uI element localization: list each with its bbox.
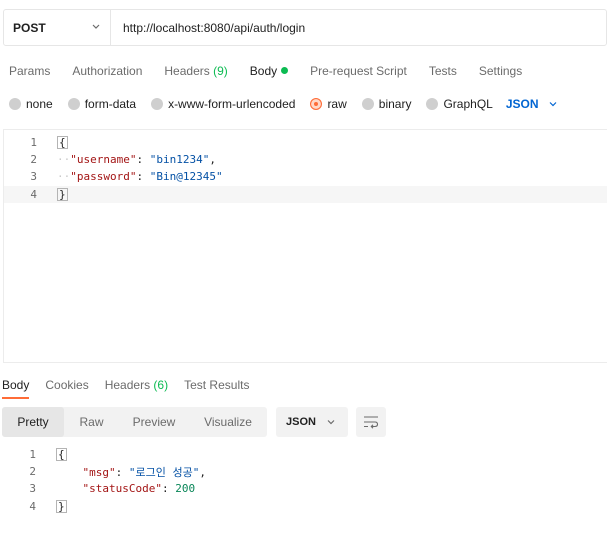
line-number: 2 bbox=[30, 153, 37, 166]
response-line: 4 } bbox=[3, 498, 67, 515]
tab-params[interactable]: Params bbox=[9, 64, 50, 78]
method-select[interactable]: POST bbox=[4, 10, 111, 45]
line-number: 1 bbox=[30, 136, 37, 149]
close-brace: } bbox=[56, 500, 67, 513]
line-number: 1 bbox=[29, 448, 36, 461]
tab-headers-label: Headers bbox=[164, 64, 210, 78]
body-format-label: JSON bbox=[505, 97, 539, 111]
url-bar: POST http://localhost:8080/api/auth/logi… bbox=[3, 9, 607, 46]
radio-raw[interactable]: raw bbox=[310, 97, 347, 111]
close-brace: } bbox=[57, 188, 68, 201]
status-code-key: "statusCode" bbox=[82, 482, 162, 495]
response-tab-headers[interactable]: Headers (6) bbox=[105, 378, 168, 392]
radio-binary-label: binary bbox=[378, 97, 412, 111]
msg-key: "msg" bbox=[82, 465, 116, 479]
radio-raw-label: raw bbox=[327, 97, 347, 111]
chevron-down-icon bbox=[327, 420, 335, 425]
line-number: 4 bbox=[30, 188, 37, 201]
radio-selected-icon bbox=[310, 98, 323, 110]
response-line: 1 { bbox=[3, 446, 67, 463]
password-key: "password" bbox=[70, 170, 137, 183]
radio-none[interactable]: none bbox=[9, 97, 53, 111]
line-number: 2 bbox=[29, 465, 36, 478]
response-tab-test-results[interactable]: Test Results bbox=[184, 378, 249, 392]
editor-line: 3 ··"password": "Bin@12345" bbox=[4, 168, 222, 185]
chevron-down-icon bbox=[549, 102, 556, 107]
radio-circle-icon bbox=[151, 98, 164, 110]
line-number: 3 bbox=[30, 170, 37, 183]
radio-form-data[interactable]: form-data bbox=[67, 97, 137, 111]
radio-x-www-form-urlencoded[interactable]: x-www-form-urlencoded bbox=[151, 97, 295, 111]
open-brace: { bbox=[57, 136, 68, 149]
radio-circle-icon bbox=[361, 98, 374, 110]
radio-none-label: none bbox=[26, 97, 53, 111]
radio-binary[interactable]: binary bbox=[361, 97, 412, 111]
view-raw-button[interactable]: Raw bbox=[64, 407, 119, 437]
request-body-editor[interactable]: 1 { 2 ··"username": "bin1234", 3 ··"pass… bbox=[3, 129, 607, 363]
editor-line: 1 { bbox=[4, 134, 68, 151]
response-format-select[interactable]: JSON bbox=[276, 407, 348, 437]
response-line: 2 "msg": "로그인 성공", bbox=[3, 463, 206, 480]
tab-body[interactable]: Body bbox=[249, 64, 289, 78]
password-value: "Bin@12345" bbox=[149, 170, 223, 183]
request-tabs: Params Authorization Headers (9) Body Pr… bbox=[9, 63, 544, 79]
line-number: 4 bbox=[29, 500, 36, 513]
response-tab-cookies[interactable]: Cookies bbox=[45, 378, 88, 392]
username-key: "username" bbox=[70, 153, 137, 166]
view-mode-group: Pretty Raw Preview Visualize bbox=[2, 407, 267, 437]
response-headers-label: Headers bbox=[104, 378, 151, 392]
url-input[interactable]: http://localhost:8080/api/auth/login bbox=[111, 21, 305, 35]
headers-count: (9) bbox=[213, 64, 228, 78]
tab-pre-request-script[interactable]: Pre-request Script bbox=[310, 64, 407, 78]
radio-circle-icon bbox=[67, 98, 80, 110]
response-headers-count: (6) bbox=[153, 378, 169, 392]
tab-authorization[interactable]: Authorization bbox=[72, 64, 142, 78]
response-tabs: Body Cookies Headers (6) Test Results bbox=[2, 376, 265, 399]
tab-headers[interactable]: Headers (9) bbox=[164, 64, 227, 78]
line-number: 3 bbox=[29, 482, 36, 495]
chevron-down-icon bbox=[92, 24, 100, 29]
wrap-lines-button[interactable] bbox=[356, 407, 386, 437]
response-tab-body[interactable]: Body bbox=[2, 378, 30, 399]
view-pretty-button[interactable]: Pretty bbox=[2, 407, 64, 437]
msg-value: "로그인 성공" bbox=[128, 465, 200, 479]
editor-line: 4 } bbox=[4, 186, 68, 203]
body-format-select[interactable]: JSON bbox=[506, 97, 558, 111]
radio-circle-icon bbox=[9, 98, 21, 110]
radio-form-data-label: form-data bbox=[84, 97, 137, 111]
radio-urlencoded-label: x-www-form-urlencoded bbox=[168, 97, 296, 111]
current-line-highlight bbox=[4, 186, 607, 203]
active-dot-icon bbox=[281, 67, 289, 74]
response-body-viewer[interactable]: 1 { 2 "msg": "로그인 성공", 3 "statusCode": 2… bbox=[3, 446, 607, 518]
view-visualize-button[interactable]: Visualize bbox=[189, 407, 267, 437]
radio-graphql[interactable]: GraphQL bbox=[426, 97, 493, 111]
radio-circle-icon bbox=[426, 98, 439, 110]
body-type-options: none form-data x-www-form-urlencoded raw… bbox=[9, 96, 558, 112]
response-format-label: JSON bbox=[286, 416, 316, 428]
tab-tests[interactable]: Tests bbox=[429, 64, 457, 78]
status-code-value: 200 bbox=[175, 482, 196, 495]
tab-settings[interactable]: Settings bbox=[479, 64, 522, 78]
open-brace: { bbox=[56, 448, 67, 461]
response-line: 3 "statusCode": 200 bbox=[3, 480, 195, 497]
editor-line: 2 ··"username": "bin1234", bbox=[4, 151, 216, 168]
wrap-lines-icon bbox=[364, 416, 379, 429]
username-value: "bin1234" bbox=[149, 153, 210, 166]
tab-body-label: Body bbox=[249, 64, 278, 78]
radio-graphql-label: GraphQL bbox=[443, 97, 493, 111]
method-label: POST bbox=[13, 20, 46, 35]
view-preview-button[interactable]: Preview bbox=[119, 407, 189, 437]
